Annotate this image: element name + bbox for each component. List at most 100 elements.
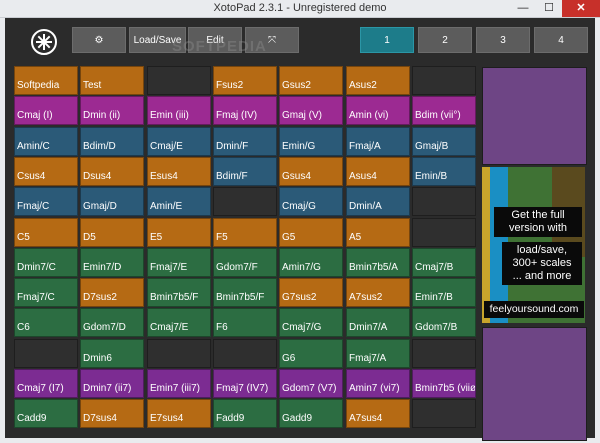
chord-pad[interactable]: Fmaj/A — [346, 127, 410, 156]
chord-pad[interactable]: Cmaj/E — [147, 127, 211, 156]
chord-pad[interactable]: Emin/G — [279, 127, 343, 156]
chord-pad[interactable]: Gsus4 — [279, 157, 343, 186]
chord-pad[interactable]: Fmaj7/E — [147, 248, 211, 277]
chord-pad[interactable]: Gmaj (V) — [279, 96, 343, 125]
chord-pad[interactable]: E7sus4 — [147, 399, 211, 428]
chord-pad[interactable]: Gdom7/B — [412, 308, 476, 337]
chord-pad[interactable]: Cmaj (I) — [14, 96, 78, 125]
chord-pad[interactable]: Cadd9 — [14, 399, 78, 428]
chord-pad[interactable]: Cmaj7/E — [147, 308, 211, 337]
chord-pad[interactable]: Csus4 — [14, 157, 78, 186]
title-bar: XotoPad 2.3.1 - Unregistered demo — ☐ ✕ — [0, 0, 600, 18]
chord-pad[interactable]: Emin7/D — [80, 248, 144, 277]
minimize-button[interactable]: — — [510, 0, 536, 17]
chord-pad[interactable]: Gadd9 — [279, 399, 343, 428]
chord-pad[interactable]: A7sus4 — [346, 399, 410, 428]
chord-pad[interactable]: Bmin7b5/F — [147, 278, 211, 307]
chord-pad[interactable]: Fmaj7/C — [14, 278, 78, 307]
chord-pad[interactable]: Bmin7b5/F — [213, 278, 277, 307]
chord-pad[interactable]: Amin (vi) — [346, 96, 410, 125]
chord-pad[interactable]: G6 — [279, 339, 343, 368]
chord-pad[interactable]: A5 — [346, 218, 410, 247]
chord-pad[interactable]: Dmin7/A — [346, 308, 410, 337]
chord-pad[interactable]: Bdim (vii°) — [412, 96, 476, 125]
page-tab-1[interactable]: 1 — [360, 27, 414, 53]
page-tab-2[interactable]: 2 — [418, 27, 472, 53]
chord-pad[interactable]: Gdom7/F — [213, 248, 277, 277]
chord-pad[interactable]: G5 — [279, 218, 343, 247]
chord-pad[interactable]: Dmin (ii) — [80, 96, 144, 125]
chord-pad[interactable]: C6 — [14, 308, 78, 337]
chord-pad[interactable]: Emin/B — [412, 157, 476, 186]
chord-pad[interactable]: Dmin7 (ii7) — [80, 369, 144, 398]
chord-pad[interactable]: Dsus4 — [80, 157, 144, 186]
chord-pad[interactable]: Gdom7 (V7) — [279, 369, 343, 398]
promo-url[interactable]: feelyoursound.com — [484, 301, 584, 318]
empty-pad[interactable] — [412, 218, 476, 247]
chord-pad[interactable]: Bdim/D — [80, 127, 144, 156]
promo-panel[interactable]: Get the full version with load/save, 300… — [482, 167, 585, 323]
empty-pad[interactable] — [412, 399, 476, 428]
chord-pad[interactable]: Fmaj7 (IV7) — [213, 369, 277, 398]
chord-pad[interactable]: Softpedia — [14, 66, 78, 95]
empty-pad[interactable] — [412, 66, 476, 95]
empty-pad[interactable] — [213, 187, 277, 216]
chord-pad[interactable]: Cmaj7/B — [412, 248, 476, 277]
chord-pad[interactable]: Gsus2 — [279, 66, 343, 95]
chord-pad[interactable]: Dmin7/C — [14, 248, 78, 277]
chord-pad[interactable]: Emin7/B — [412, 278, 476, 307]
chord-pad[interactable]: Dmin/A — [346, 187, 410, 216]
chord-pad[interactable]: E5 — [147, 218, 211, 247]
chord-pad[interactable]: Amin/E — [147, 187, 211, 216]
close-button[interactable]: ✕ — [562, 0, 600, 17]
chord-pad[interactable]: Gmaj/D — [80, 187, 144, 216]
chord-pad[interactable]: Fadd9 — [213, 399, 277, 428]
chord-pad[interactable]: Fsus2 — [213, 66, 277, 95]
chord-pad[interactable]: D7sus2 — [80, 278, 144, 307]
empty-pad[interactable] — [412, 339, 476, 368]
chord-pad[interactable]: Emin (iii) — [147, 96, 211, 125]
maximize-button[interactable]: ☐ — [536, 0, 562, 17]
chord-pad[interactable]: Esus4 — [147, 157, 211, 186]
chord-pad[interactable]: Test — [80, 66, 144, 95]
chord-pad[interactable]: Emin7 (iii7) — [147, 369, 211, 398]
chord-pad[interactable]: Fmaj7/A — [346, 339, 410, 368]
chord-pad[interactable]: Fmaj (IV) — [213, 96, 277, 125]
empty-pad[interactable] — [14, 339, 78, 368]
chord-pad[interactable]: Asus2 — [346, 66, 410, 95]
chord-pad[interactable]: Cmaj7 (I7) — [14, 369, 78, 398]
load-save-button[interactable]: Load/Save — [129, 27, 186, 53]
chord-pad[interactable]: Bmin7b5 (viiø7) — [412, 369, 476, 398]
chord-pad[interactable]: F6 — [213, 308, 277, 337]
page-tab-4[interactable]: 4 — [534, 27, 588, 53]
chord-pad[interactable]: Bmin7b5/A — [346, 248, 410, 277]
fullscreen-button[interactable]: ⤧ — [245, 27, 299, 53]
pad-bottom[interactable] — [482, 327, 587, 441]
empty-pad[interactable] — [147, 66, 211, 95]
chord-pad[interactable]: Amin7/G — [279, 248, 343, 277]
chord-pad[interactable]: Bdim/F — [213, 157, 277, 186]
empty-pad[interactable] — [213, 339, 277, 368]
chord-pad[interactable]: Gmaj/B — [412, 127, 476, 156]
chord-pad[interactable]: Amin/C — [14, 127, 78, 156]
chord-pad[interactable]: Cmaj7/G — [279, 308, 343, 337]
empty-pad[interactable] — [147, 339, 211, 368]
chord-pad[interactable]: Dmin/F — [213, 127, 277, 156]
chord-pad[interactable]: F5 — [213, 218, 277, 247]
chord-pad[interactable]: D5 — [80, 218, 144, 247]
chord-pad[interactable]: Amin7 (vi7) — [346, 369, 410, 398]
chord-pad[interactable]: G7sus2 — [279, 278, 343, 307]
settings-button[interactable]: ⚙ — [72, 27, 126, 53]
empty-pad[interactable] — [412, 187, 476, 216]
edit-button[interactable]: Edit — [188, 27, 242, 53]
chord-pad[interactable]: Fmaj/C — [14, 187, 78, 216]
chord-pad[interactable]: Cmaj/G — [279, 187, 343, 216]
chord-pad[interactable]: A7sus2 — [346, 278, 410, 307]
chord-pad[interactable]: Asus4 — [346, 157, 410, 186]
pad-top[interactable] — [482, 67, 587, 165]
chord-pad[interactable]: C5 — [14, 218, 78, 247]
page-tab-3[interactable]: 3 — [476, 27, 530, 53]
chord-pad[interactable]: D7sus4 — [80, 399, 144, 428]
chord-pad[interactable]: Gdom7/D — [80, 308, 144, 337]
chord-pad[interactable]: Dmin6 — [80, 339, 144, 368]
